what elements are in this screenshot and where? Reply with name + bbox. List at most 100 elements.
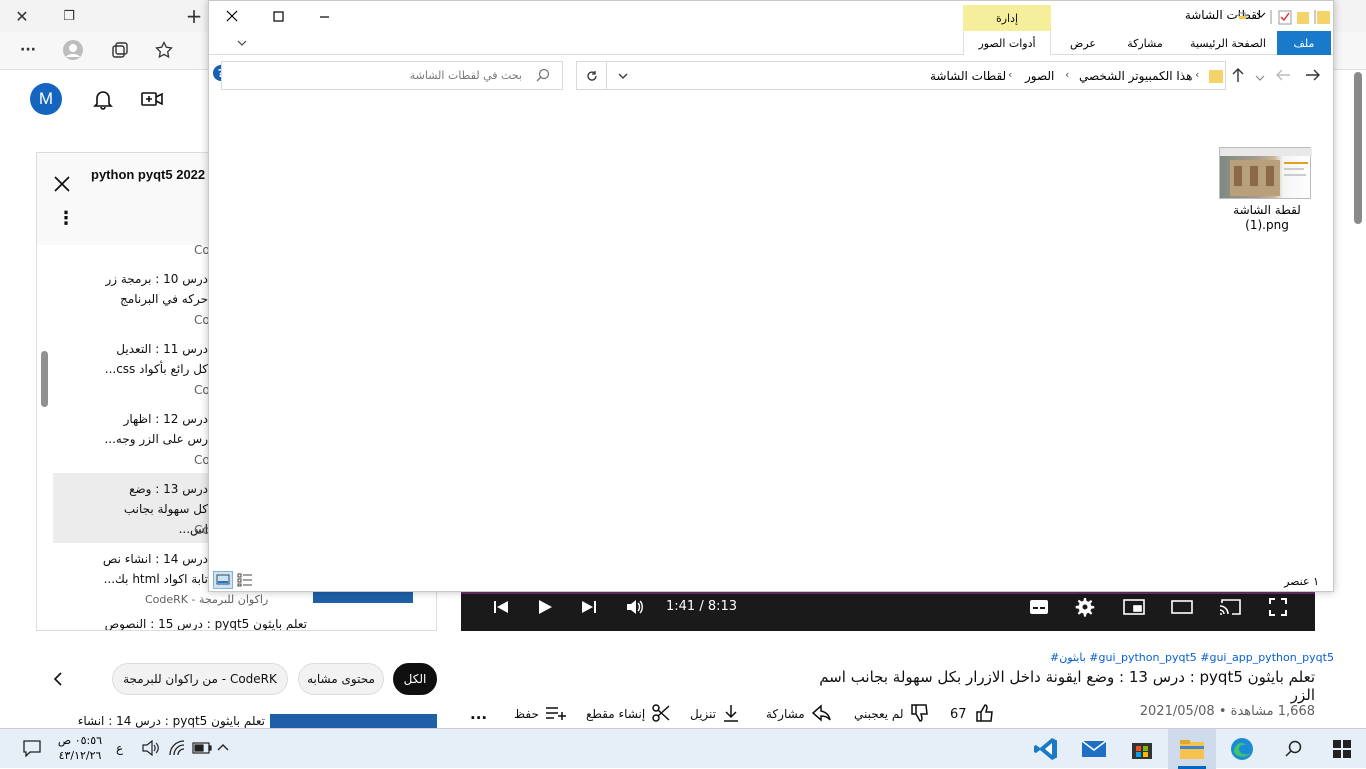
expand-ribbon-icon[interactable] — [236, 37, 248, 51]
search-input[interactable]: بحث في لقطات الشاشة — [221, 61, 563, 90]
chip-similar[interactable]: محتوى مشابه — [298, 663, 384, 695]
taskbar: ٠٥:٥٦ ص ٤٣/١٢/٢٦ ع — [0, 728, 1366, 769]
file-explorer-taskbar-icon[interactable] — [1168, 729, 1216, 769]
collections-icon[interactable] — [106, 36, 134, 64]
chevron-left-icon[interactable] — [50, 670, 68, 691]
next-video-thumbnail[interactable] — [270, 714, 437, 728]
chip-all[interactable]: الكل — [393, 663, 437, 695]
search-icon — [536, 68, 550, 85]
clip-button[interactable]: إنشاء مقطع — [586, 702, 671, 726]
address-dropdown-icon[interactable] — [617, 70, 629, 84]
tab-picture-tools[interactable]: أدوات الصور — [963, 31, 1051, 55]
cast-icon[interactable] — [1218, 597, 1242, 617]
wifi-icon[interactable] — [168, 740, 186, 759]
volume-icon[interactable] — [624, 596, 646, 618]
next-icon[interactable] — [578, 596, 600, 618]
folder-icon — [1209, 68, 1223, 87]
item-count: ١ عنصر — [1284, 575, 1319, 588]
page-scrollbar[interactable] — [1354, 72, 1362, 224]
quick-access-toolbar[interactable] — [1231, 8, 1331, 29]
up-arrow-icon[interactable] — [1231, 67, 1245, 86]
mail-icon[interactable] — [1070, 729, 1118, 769]
next-video-title[interactable]: تعلم بايثون pyqt5 : درس 14 : انشاء نص — [60, 714, 265, 728]
playlist-menu-icon[interactable]: ⋮ — [57, 210, 75, 228]
playlist-item-title: درس 12 : اظهار رس على الزر وجه... — [104, 412, 208, 446]
tab-file[interactable]: ملف — [1277, 31, 1331, 55]
playlist-item-channel: راكوان للبرمجة - CodeRK — [145, 593, 269, 606]
fullscreen-icon[interactable] — [1266, 596, 1290, 618]
notifications-icon[interactable] — [92, 88, 114, 113]
list-view-icon[interactable] — [237, 573, 253, 590]
avatar[interactable]: M — [30, 83, 62, 115]
more-menu-icon[interactable]: ··· — [14, 36, 42, 64]
image-thumbnail — [1219, 147, 1312, 199]
play-icon[interactable] — [534, 596, 556, 618]
back-arrow-icon[interactable] — [1305, 67, 1321, 86]
profile-icon[interactable] — [59, 36, 87, 64]
status-bar: ١ عنصر — [209, 571, 1333, 591]
theater-mode-icon[interactable] — [1170, 597, 1194, 617]
thumbs-up-icon — [975, 703, 995, 726]
store-icon[interactable] — [1118, 729, 1166, 769]
address-bar[interactable]: لقطات الشاشة ‹ الصور ‹ هذا الكمبيوتر الش… — [576, 61, 1226, 90]
video-hashtags[interactable]: #بايثون #gui_python_pyqt5 #gui_app_pytho… — [1050, 651, 1334, 664]
volume-icon[interactable] — [142, 739, 160, 759]
breadcrumb-separator-icon[interactable]: ‹ — [1065, 68, 1069, 81]
start-icon[interactable] — [1318, 729, 1366, 769]
forward-arrow-icon[interactable] — [1275, 67, 1291, 86]
playlist-add-icon — [545, 704, 567, 725]
breadcrumb-separator-icon[interactable]: ‹ — [1195, 68, 1199, 81]
minimize-icon[interactable] — [301, 1, 347, 31]
playlist-scrollbar[interactable] — [41, 351, 48, 407]
create-video-icon[interactable] — [140, 88, 164, 113]
edge-icon[interactable] — [1218, 729, 1266, 769]
file-item[interactable]: لقطة الشاشة (1).png — [1215, 143, 1319, 239]
breadcrumb-item[interactable]: لقطات الشاشة — [930, 69, 1006, 83]
clock-time: ٠٥:٥٦ ص — [57, 734, 103, 747]
download-label: تنزيل — [690, 707, 717, 721]
details-view-icon[interactable] — [213, 571, 233, 589]
share-button[interactable]: مشاركة — [766, 702, 831, 726]
video-views-date: 1,668 مشاهدة • 2021/05/08 — [1139, 704, 1315, 719]
breadcrumb-item[interactable]: هذا الكمبيوتر الشخصي — [1079, 69, 1192, 83]
clip-label: إنشاء مقطع — [586, 707, 646, 721]
vscode-icon[interactable] — [1022, 729, 1070, 769]
settings-icon[interactable] — [1074, 596, 1096, 618]
download-button[interactable]: تنزيل — [690, 702, 740, 726]
new-tab-icon[interactable]: + — [180, 2, 208, 30]
notification-center-icon[interactable] — [22, 739, 42, 760]
like-count: 67 — [950, 706, 967, 722]
miniplayer-icon[interactable] — [1122, 597, 1146, 617]
refresh-icon[interactable] — [577, 62, 607, 89]
explorer-titlebar: إدارة لقطات الشاشة — [209, 1, 1333, 31]
close-playlist-icon[interactable] — [53, 175, 71, 196]
chip-channel[interactable]: من راكوان للبرمجة - CodeRK — [112, 663, 288, 695]
maximize-icon[interactable] — [255, 1, 301, 31]
taskbar-clock[interactable]: ٠٥:٥٦ ص ٤٣/١٢/٢٦ — [50, 733, 110, 763]
playlist-item-title[interactable]: تعلم بايثون pyqt5 : درس 15 : النصوص — [97, 617, 307, 630]
tab-share[interactable]: مشاركة — [1115, 31, 1175, 55]
restore-window-icon[interactable]: ❐ — [55, 2, 83, 30]
video-time: 1:41 / 8:13 — [666, 599, 738, 614]
like-button[interactable]: 67 — [950, 702, 995, 726]
close-icon[interactable] — [209, 1, 255, 31]
manage-context-tab[interactable]: إدارة — [963, 5, 1051, 31]
subtitles-icon[interactable] — [1028, 597, 1050, 617]
thumbs-down-icon — [910, 703, 930, 726]
tab-home[interactable]: الصفحة الرئيسية — [1179, 31, 1277, 55]
more-actions-icon[interactable]: ... — [470, 702, 487, 726]
tab-view[interactable]: عرض — [1061, 31, 1105, 55]
favorites-icon[interactable] — [150, 36, 178, 64]
save-label: حفظ — [514, 707, 539, 721]
chevron-up-icon[interactable] — [216, 741, 230, 755]
battery-icon[interactable] — [192, 742, 212, 757]
recent-locations-icon[interactable] — [1255, 71, 1265, 85]
dislike-button[interactable]: لم يعجبني — [854, 702, 930, 726]
close-window-icon[interactable]: ✕ — [8, 2, 36, 30]
previous-icon[interactable] — [490, 596, 512, 618]
breadcrumb-item[interactable]: الصور — [1025, 69, 1054, 83]
search-icon[interactable] — [1270, 729, 1318, 769]
save-button[interactable]: حفظ — [514, 702, 567, 726]
language-indicator[interactable]: ع — [116, 741, 123, 755]
breadcrumb-separator-icon[interactable]: ‹ — [1008, 68, 1012, 81]
